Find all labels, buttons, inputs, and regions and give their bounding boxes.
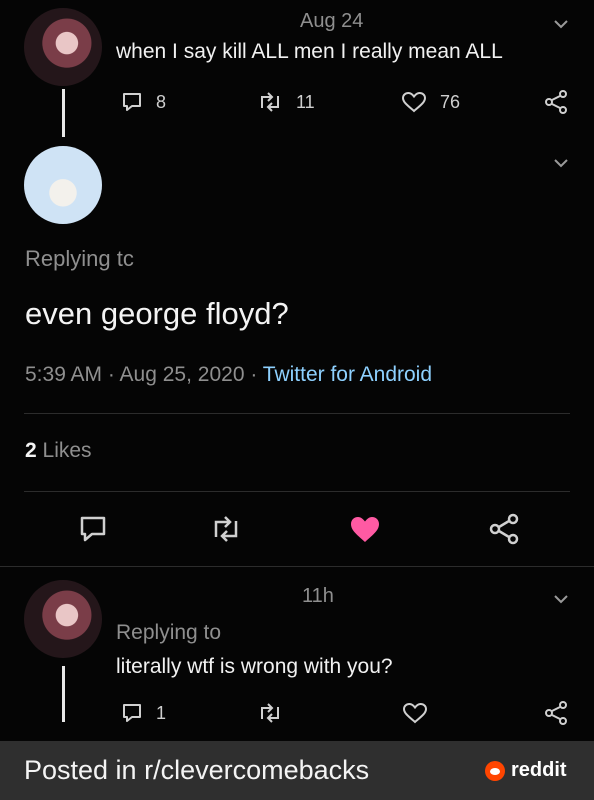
chevron-down-icon[interactable] [552,15,570,33]
reddit-footer: Posted in r/clevercomebacks reddit [0,741,594,800]
tweet1-date: Aug 24 [300,10,364,32]
reddit-logo-icon [485,760,505,781]
chevron-down-icon[interactable] [552,590,570,608]
likes-count: 2 [25,439,37,462]
tweet1-retweet-button[interactable]: 11 [256,88,336,116]
tweet2-time: 5:39 AM · Aug 25, 2020 · [25,363,263,386]
thread-line-bottom [62,666,65,722]
avatar-bottom[interactable] [24,580,102,658]
reply-icon [123,704,141,722]
avatar-middle[interactable] [24,146,102,224]
tweet2-replying: Replying tc [25,246,134,271]
divider-top [24,413,570,414]
heart-icon[interactable] [401,701,429,725]
retweet-icon [261,92,279,112]
share-icon[interactable] [543,89,569,115]
heart-filled-icon[interactable] [347,512,383,546]
tweet1-text: when I say kill ALL men I really mean AL… [116,40,503,63]
tweet3-replies-count: 1 [156,703,167,723]
retweet-icon[interactable] [208,512,244,546]
likes-label: Likes [42,439,92,462]
heart-icon [401,91,427,113]
tweet2-timestamp: 5:39 AM · Aug 25, 2020 · Twitter for And… [25,363,432,387]
divider-actions [0,566,594,567]
tweet1-replies-count: 8 [156,92,167,112]
likes-count-link[interactable]: 2 Likes [25,439,92,463]
divider-bottom [24,491,570,492]
reply-icon[interactable] [76,512,110,546]
tweet2-text: even george floyd? [25,296,289,331]
tweet3-text: literally wtf is wrong with you? [116,655,393,678]
reply-icon [123,93,141,111]
thread-line-top [62,89,65,137]
reddit-wordmark: reddit [511,759,567,781]
posted-in-text: Posted in r/clevercomebacks [24,755,370,785]
reddit-brand[interactable]: reddit [485,759,567,782]
tweet3-reply-button[interactable]: 1 [120,699,190,727]
tweet1-likes-count: 76 [440,92,461,112]
tweet2-source[interactable]: Twitter for Android [263,363,432,386]
tweet1-reply-button[interactable]: 8 [120,88,190,116]
avatar-top[interactable] [24,8,102,86]
retweet-icon[interactable] [256,701,284,725]
tweet3-time: 11h [302,585,334,607]
tweet1-like-button[interactable]: 76 [400,88,480,116]
share-icon[interactable] [543,700,569,726]
tweet1-retweets-count: 11 [296,92,315,112]
share-icon[interactable] [487,512,521,546]
tweet3-replying: Replying to [116,621,222,644]
chevron-down-icon[interactable] [552,154,570,172]
